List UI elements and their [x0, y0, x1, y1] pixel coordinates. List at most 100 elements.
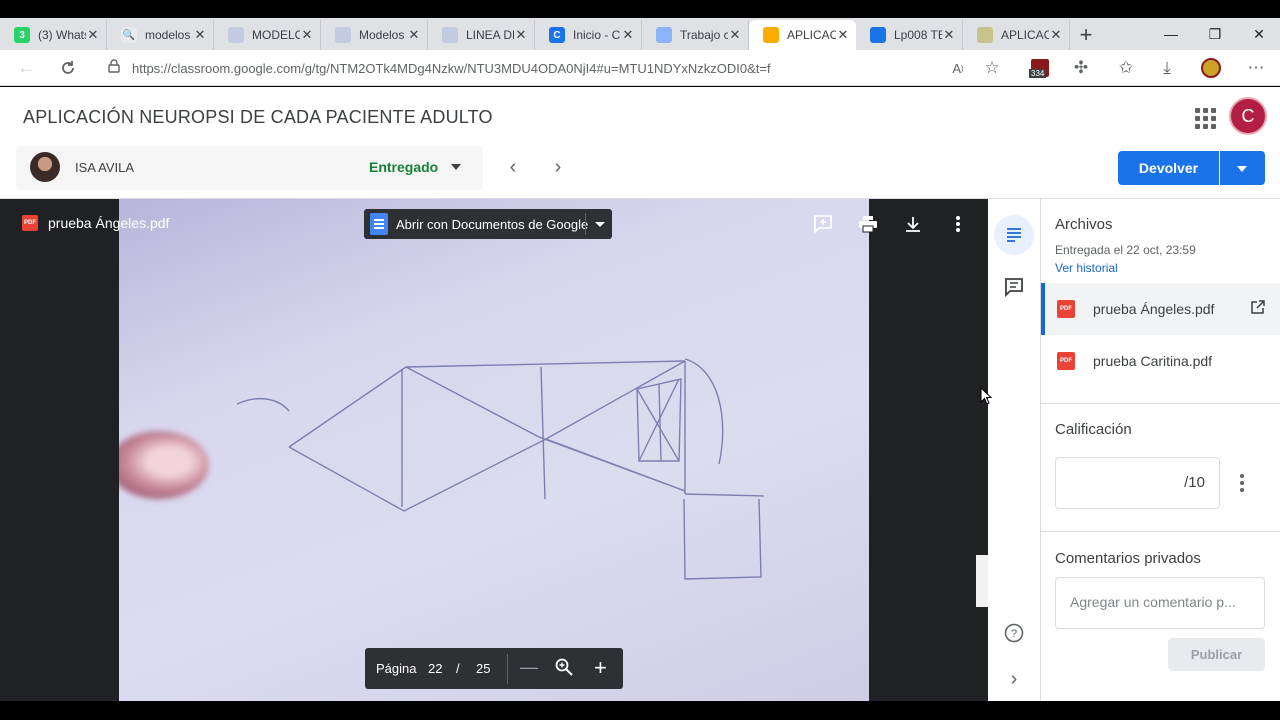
extension-calendar-icon[interactable]: 334 [1026, 54, 1054, 82]
return-options-button[interactable] [1220, 151, 1265, 185]
chevron-down-icon[interactable] [595, 222, 605, 227]
grade-denominator: /10 [1184, 474, 1205, 491]
file-item[interactable]: PDF prueba Ángeles.pdf [1041, 283, 1280, 335]
tab-close-icon[interactable]: ✕ [193, 28, 207, 42]
pdf-file-name: prueba Ángeles.pdf [48, 215, 170, 231]
tab-favicon-icon [442, 27, 458, 43]
favorites-icon[interactable]: ✩ [1112, 54, 1140, 82]
new-tab-button[interactable]: + [1070, 20, 1102, 50]
tab-favicon-icon [763, 27, 779, 43]
zoom-out-icon[interactable]: — [520, 657, 538, 678]
browser-tab[interactable]: APLICAC ✕ [963, 20, 1070, 50]
file-item[interactable]: PDF prueba Caritina.pdf [1041, 335, 1280, 387]
open-with-docs-button[interactable]: Abrir con Documentos de Google [364, 209, 612, 239]
browser-tab[interactable]: LINEA DE✕ [428, 20, 535, 50]
browser-tab[interactable]: Modelos ✕ [321, 20, 428, 50]
tab-title: APLICAC [1001, 28, 1049, 42]
tab-title: Lp008 TE [894, 28, 942, 42]
tab-favicon-icon [870, 27, 886, 43]
read-aloud-icon[interactable]: A) [944, 54, 972, 82]
print-icon[interactable] [857, 213, 879, 235]
add-favorite-icon[interactable]: ☆ [978, 54, 1006, 82]
side-panel: Archivos Entregada el 22 oct, 23:59 Ver … [1041, 199, 1280, 701]
browser-toolbar: ← https://classroom.google.com/g/tg/NTM2… [0, 50, 1280, 86]
tab-close-icon[interactable]: ✕ [621, 28, 635, 42]
tab-favicon-icon [977, 27, 993, 43]
private-comment-input[interactable]: Agregar un comentario p... [1055, 577, 1265, 629]
divider [1041, 403, 1280, 404]
student-name: ISA AVILA [75, 160, 135, 175]
browser-tab[interactable]: MODELO ✕ [214, 20, 321, 50]
page-title: APLICACIÓN NEUROPSI DE CADA PACIENTE ADU… [23, 107, 493, 127]
tab-favicon-icon: 🔍 [121, 27, 137, 43]
pdf-page [119, 199, 869, 701]
browser-tab[interactable]: APLICAC ✕ [749, 20, 856, 50]
add-comment-icon[interactable] [812, 213, 834, 235]
browser-tab[interactable]: Trabajo c ✕ [642, 20, 749, 50]
browser-tab[interactable]: Lp008 TE ✕ [856, 20, 963, 50]
post-button[interactable]: Publicar [1168, 638, 1265, 671]
student-selector[interactable]: ISA AVILA Entregado [16, 146, 483, 190]
scrollbar-thumb[interactable] [976, 555, 988, 607]
tab-title: LINEA DE [466, 28, 514, 42]
files-heading: Archivos [1055, 216, 1113, 233]
chevron-down-icon[interactable] [451, 164, 461, 170]
pdf-file-icon: PDF [1057, 300, 1075, 318]
tab-favicon-icon [656, 27, 672, 43]
tab-close-icon[interactable]: ✕ [728, 28, 742, 42]
close-window-button[interactable]: ✕ [1238, 18, 1280, 50]
help-icon[interactable]: ? [994, 613, 1034, 653]
tab-close-icon[interactable]: ✕ [942, 28, 956, 42]
files-details-icon[interactable] [994, 215, 1034, 255]
tab-favicon-icon [228, 27, 244, 43]
google-apps-icon[interactable] [1192, 105, 1216, 129]
address-bar[interactable]: https://classroom.google.com/g/tg/NTM2OT… [96, 54, 1016, 82]
tab-close-icon[interactable]: ✕ [836, 28, 850, 42]
pdf-viewer: PDF prueba Ángeles.pdf Abrir con Documen… [0, 199, 988, 701]
tab-favicon-icon: 3 [14, 27, 30, 43]
downloads-icon[interactable]: ⤓ [1153, 54, 1181, 82]
tab-close-icon[interactable]: ✕ [407, 28, 421, 42]
zoom-in-icon[interactable]: + [594, 655, 607, 681]
comments-icon[interactable] [994, 267, 1034, 307]
maximize-button[interactable]: ❐ [1194, 18, 1236, 50]
download-icon[interactable] [902, 213, 924, 235]
tab-close-icon[interactable]: ✕ [300, 28, 314, 42]
back-icon[interactable]: ← [12, 54, 40, 82]
mouse-cursor-icon [980, 387, 992, 405]
pdf-file-icon: PDF [22, 215, 38, 231]
google-docs-icon [370, 213, 388, 235]
previous-student-icon[interactable]: ‹ [502, 156, 524, 178]
viewer-scrollbar[interactable] [976, 199, 988, 701]
history-link[interactable]: Ver historial [1055, 261, 1118, 275]
pdf-file-icon: PDF [1057, 352, 1075, 370]
file-name: prueba Ángeles.pdf [1093, 301, 1215, 317]
more-options-icon[interactable] [947, 213, 969, 235]
svg-text:?: ? [1011, 628, 1017, 640]
tab-close-icon[interactable]: ✕ [514, 28, 528, 42]
lock-icon [108, 58, 120, 78]
return-button[interactable]: Devolver [1118, 151, 1219, 185]
settings-more-icon[interactable]: ⋯ [1242, 54, 1270, 82]
next-student-icon[interactable]: › [547, 156, 569, 178]
grade-options-icon[interactable] [1234, 471, 1250, 495]
tab-favicon-icon: C [549, 27, 565, 43]
hand-drawn-figure [236, 358, 765, 580]
browser-tab[interactable]: 🔍 modelos ✕ [107, 20, 214, 50]
tab-close-icon[interactable]: ✕ [1049, 28, 1063, 42]
minimize-button[interactable]: — [1150, 18, 1192, 50]
account-avatar[interactable]: C [1229, 97, 1267, 135]
tab-title: MODELO [252, 28, 300, 42]
browser-tab[interactable]: 3 (3) WhatsApp✕ [0, 20, 107, 50]
page-number-input[interactable]: 22 [428, 661, 442, 676]
reload-icon[interactable] [54, 54, 82, 82]
extensions-icon[interactable]: ✣ [1067, 54, 1095, 82]
open-with-label: Abrir con Documentos de Google [396, 216, 589, 232]
zoom-icon[interactable] [555, 658, 573, 679]
grade-input[interactable]: /10 [1055, 457, 1220, 509]
tab-close-icon[interactable]: ✕ [86, 28, 100, 42]
browser-tab[interactable]: C Inicio - C ✕ [535, 20, 642, 50]
profile-icon[interactable] [1197, 54, 1225, 82]
expand-panel-icon[interactable]: › [994, 659, 1034, 699]
open-in-new-icon[interactable] [1250, 299, 1266, 320]
